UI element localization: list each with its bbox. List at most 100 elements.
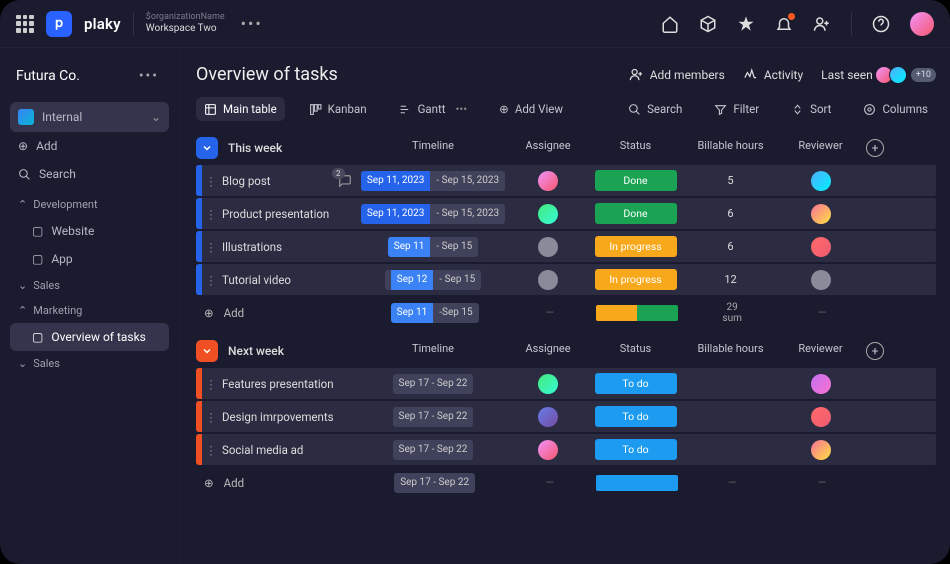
space-selector[interactable]: Internal ⌄ xyxy=(10,102,169,132)
reviewer-cell[interactable] xyxy=(778,407,863,427)
view-kanban[interactable]: Kanban xyxy=(301,97,375,121)
bell-icon[interactable] xyxy=(775,15,793,33)
assignee-cell[interactable] xyxy=(508,171,588,191)
more-icon[interactable]: ••• xyxy=(237,10,267,37)
timeline-cell[interactable]: Sep 11- Sep 15 xyxy=(358,237,508,257)
group-name[interactable]: This week xyxy=(228,141,358,155)
status-cell[interactable]: To do xyxy=(588,406,683,427)
group-development[interactable]: ⌃Development xyxy=(10,192,169,217)
sort-button[interactable]: Sort xyxy=(783,97,839,121)
col-reviewer[interactable]: Reviewer xyxy=(778,139,863,157)
hours-cell[interactable]: 12 xyxy=(683,273,778,286)
assignee-cell[interactable] xyxy=(508,440,588,460)
timeline-cell[interactable]: Sep 12- Sep 15 xyxy=(358,270,508,290)
timeline-cell[interactable]: Sep 11, 2023- Sep 15, 2023 xyxy=(358,171,508,191)
collapse-button[interactable] xyxy=(196,137,218,159)
task-name[interactable]: Features presentation xyxy=(220,377,358,391)
reviewer-cell[interactable] xyxy=(778,237,863,257)
sidebar-item-app[interactable]: ▢App xyxy=(10,245,169,273)
drag-handle[interactable]: ⋮ xyxy=(202,240,220,254)
columns-button[interactable]: Columns xyxy=(855,97,936,121)
star-icon[interactable] xyxy=(737,15,755,33)
group-marketing[interactable]: ⌃Marketing xyxy=(10,298,169,323)
last-seen[interactable]: Last seen +10 xyxy=(821,66,936,84)
col-status[interactable]: Status xyxy=(588,139,683,157)
table-row[interactable]: ⋮ Illustrations Sep 11- Sep 15 In progre… xyxy=(196,231,936,262)
drag-handle[interactable]: ⋮ xyxy=(202,410,220,424)
task-name[interactable]: Social media ad xyxy=(220,443,358,457)
task-name[interactable]: Design imrpovements xyxy=(220,410,358,424)
status-cell[interactable]: In progress xyxy=(588,236,683,257)
col-timeline[interactable]: Timeline xyxy=(358,139,508,157)
group-name[interactable]: Next week xyxy=(228,344,358,358)
status-cell[interactable]: Done xyxy=(588,203,683,224)
logo-icon[interactable]: 𝗉 xyxy=(46,11,72,37)
sidebar-search[interactable]: Search xyxy=(10,160,169,188)
status-cell[interactable]: To do xyxy=(588,373,683,394)
add-row[interactable]: ⊕ Add Sep 11- Sep 15 — 29sum — xyxy=(196,297,936,328)
drag-handle[interactable]: ⋮ xyxy=(202,174,220,188)
apps-icon[interactable] xyxy=(16,15,34,33)
assignee-cell[interactable] xyxy=(508,407,588,427)
company-menu-icon[interactable]: ••• xyxy=(135,64,163,88)
table-row[interactable]: ⋮ Tutorial video Sep 12- Sep 15 In progr… xyxy=(196,264,936,295)
add-members-button[interactable]: Add members xyxy=(629,67,725,82)
collapse-button[interactable] xyxy=(196,340,218,362)
home-icon[interactable] xyxy=(661,15,679,33)
table-row[interactable]: ⋮ Design imrpovements Sep 17 - Sep 22 To… xyxy=(196,401,936,432)
hours-cell[interactable]: 6 xyxy=(683,207,778,220)
add-row[interactable]: ⊕ Add Sep 17 - Sep 22 — — — xyxy=(196,467,936,498)
group-sales-2[interactable]: ⌄Sales xyxy=(10,351,169,376)
assignee-cell[interactable] xyxy=(508,270,588,290)
sidebar-item-overview[interactable]: ▢Overview of tasks xyxy=(10,323,169,351)
drag-handle[interactable]: ⋮ xyxy=(202,273,220,287)
drag-handle[interactable]: ⋮ xyxy=(202,377,220,391)
comment-icon[interactable]: 2 xyxy=(338,174,352,188)
reviewer-cell[interactable] xyxy=(778,440,863,460)
status-cell[interactable]: Done xyxy=(588,170,683,191)
filter-button[interactable]: Filter xyxy=(706,97,767,121)
add-column-button[interactable]: + xyxy=(866,342,884,360)
reviewer-cell[interactable] xyxy=(778,171,863,191)
user-avatar[interactable] xyxy=(910,12,934,36)
timeline-cell[interactable]: Sep 17 - Sep 22 xyxy=(358,440,508,460)
drag-handle[interactable]: ⋮ xyxy=(202,443,220,457)
task-name[interactable]: Blog post2 xyxy=(220,174,358,188)
add-column-button[interactable]: + xyxy=(866,139,884,157)
reviewer-cell[interactable] xyxy=(778,270,863,290)
drag-handle[interactable]: ⋮ xyxy=(202,207,220,221)
group-sales-1[interactable]: ⌄Sales xyxy=(10,273,169,298)
status-cell[interactable]: In progress xyxy=(588,269,683,290)
org-switcher[interactable]: $organizationName Workspace Two xyxy=(146,12,225,35)
assignee-cell[interactable] xyxy=(508,204,588,224)
task-name[interactable]: Illustrations xyxy=(220,240,358,254)
timeline-cell[interactable]: Sep 11, 2023- Sep 15, 2023 xyxy=(358,204,508,224)
assignee-cell[interactable] xyxy=(508,374,588,394)
table-row[interactable]: ⋮ Social media ad Sep 17 - Sep 22 To do xyxy=(196,434,936,465)
table-row[interactable]: ⋮ Features presentation Sep 17 - Sep 22 … xyxy=(196,368,936,399)
col-hours[interactable]: Billable hours xyxy=(683,139,778,157)
timeline-cell[interactable]: Sep 17 - Sep 22 xyxy=(358,407,508,427)
col-assignee[interactable]: Assignee xyxy=(508,139,588,157)
help-icon[interactable] xyxy=(872,15,890,33)
invite-icon[interactable] xyxy=(813,15,831,33)
timeline-cell[interactable]: Sep 17 - Sep 22 xyxy=(358,374,508,394)
assignee-cell[interactable] xyxy=(508,237,588,257)
hours-cell[interactable]: 6 xyxy=(683,240,778,253)
add-view-button[interactable]: ⊕Add View xyxy=(491,97,571,121)
task-name[interactable]: Tutorial video xyxy=(220,273,358,287)
view-gantt[interactable]: Gantt••• xyxy=(391,97,476,121)
view-main-table[interactable]: Main table xyxy=(196,97,285,121)
activity-button[interactable]: Activity xyxy=(743,67,803,82)
task-name[interactable]: Product presentation xyxy=(220,207,358,221)
reviewer-cell[interactable] xyxy=(778,204,863,224)
sidebar-add[interactable]: ⊕Add xyxy=(10,132,169,160)
search-button[interactable]: Search xyxy=(620,97,690,121)
cube-icon[interactable] xyxy=(699,15,717,33)
table-row[interactable]: ⋮ Product presentation Sep 11, 2023- Sep… xyxy=(196,198,936,229)
reviewer-cell[interactable] xyxy=(778,374,863,394)
table-row[interactable]: ⋮ Blog post2 Sep 11, 2023- Sep 15, 2023 … xyxy=(196,165,936,196)
status-cell[interactable]: To do xyxy=(588,439,683,460)
hours-cell[interactable]: 5 xyxy=(683,174,778,187)
sidebar-item-website[interactable]: ▢Website xyxy=(10,217,169,245)
